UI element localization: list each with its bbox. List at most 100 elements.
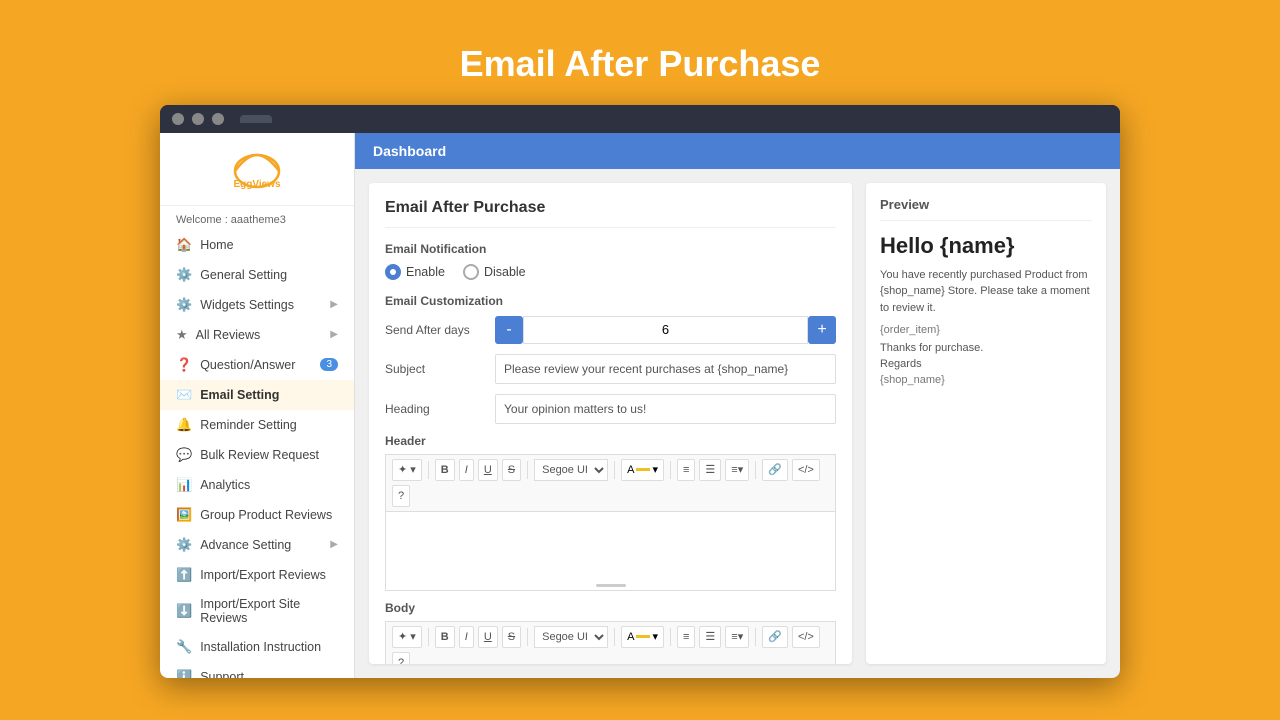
- ul-btn[interactable]: ≡: [677, 459, 695, 481]
- help-btn[interactable]: ?: [392, 485, 410, 507]
- ol-btn[interactable]: ☰: [699, 459, 721, 481]
- sidebar-item-label-5: Email Setting: [200, 388, 279, 402]
- body-ul-btn[interactable]: ≡: [677, 626, 695, 648]
- header-editor-area[interactable]: [385, 511, 836, 591]
- send-after-days-label: Send After days: [385, 323, 485, 337]
- form-panel: Email After Purchase Email Notification …: [369, 183, 852, 664]
- preview-order-item: {order_item}: [880, 324, 1092, 336]
- browser-dot-3: [212, 113, 224, 125]
- bold-btn[interactable]: B: [435, 459, 455, 481]
- sidebar-icon-8: 📊: [176, 477, 192, 493]
- body-highlight-btn[interactable]: A ▾: [621, 626, 664, 648]
- subject-label: Subject: [385, 362, 485, 376]
- preview-regards: Regards: [880, 358, 1092, 370]
- heading-label: Heading: [385, 402, 485, 416]
- sidebar-item-group-product-reviews[interactable]: 🖼️ Group Product Reviews: [160, 500, 354, 530]
- highlight-arrow: ▾: [652, 463, 658, 476]
- sidebar-item-label-9: Group Product Reviews: [200, 508, 332, 522]
- sidebar-icon-10: ⚙️: [176, 537, 192, 553]
- body-sep4: [670, 628, 671, 646]
- sidebar-item-all-reviews[interactable]: ★ All Reviews ▶: [160, 320, 354, 350]
- font-select[interactable]: Segoe UI: [534, 459, 608, 481]
- disable-radio[interactable]: Disable: [463, 264, 526, 280]
- sidebar-item-label-14: Support: [200, 670, 244, 678]
- subject-input[interactable]: [495, 354, 836, 384]
- sidebar-item-import-export-site-reviews[interactable]: ⬇️ Import/Export Site Reviews: [160, 590, 354, 632]
- eggviews-logo-icon: EggViews Get Your Eggviews: [212, 151, 302, 191]
- strikethrough-btn[interactable]: S: [502, 459, 521, 481]
- body-align-btn[interactable]: ≡▾: [725, 626, 749, 648]
- sidebar-icon-11: ⬆️: [176, 567, 192, 583]
- sidebar-item-advance-setting[interactable]: ⚙️ Advance Setting ▶: [160, 530, 354, 560]
- radio-check-inner: [390, 269, 396, 275]
- highlight-btn[interactable]: A ▾: [621, 459, 664, 481]
- body-ol-btn[interactable]: ☰: [699, 626, 721, 648]
- sidebar-item-label-3: All Reviews: [196, 328, 261, 342]
- sidebar-item-widgets-settings[interactable]: ⚙️ Widgets Settings ▶: [160, 290, 354, 320]
- send-after-days-row: Send After days - +: [385, 316, 836, 344]
- body-link-btn[interactable]: 🔗: [762, 626, 788, 648]
- preview-shop-name: {shop_name}: [880, 374, 1092, 386]
- browser-tab[interactable]: [240, 115, 272, 123]
- sidebar-icon-7: 💬: [176, 447, 192, 463]
- sidebar-item-installation-instruction[interactable]: 🔧 Installation Instruction: [160, 632, 354, 662]
- scroll-indicator: [596, 584, 626, 587]
- enable-radio-icon: [385, 264, 401, 280]
- sep4: [670, 461, 671, 479]
- sidebar-item-label-6: Reminder Setting: [200, 418, 297, 432]
- body-sep1: [428, 628, 429, 646]
- body-font-select[interactable]: Segoe UI: [534, 626, 608, 648]
- body-code-btn[interactable]: </>: [792, 626, 820, 648]
- sidebar-item-reminder-setting[interactable]: 🔔 Reminder Setting: [160, 410, 354, 440]
- body-strike-btn[interactable]: S: [502, 626, 521, 648]
- disable-radio-icon: [463, 264, 479, 280]
- sidebar-badge-4: 3: [320, 358, 338, 371]
- sidebar-item-analytics[interactable]: 📊 Analytics: [160, 470, 354, 500]
- days-input[interactable]: [523, 316, 808, 344]
- underline-btn[interactable]: U: [478, 459, 498, 481]
- sidebar-item-home[interactable]: 🏠 Home: [160, 230, 354, 260]
- header-editor-label: Header: [385, 434, 836, 448]
- code-btn[interactable]: </>: [792, 459, 820, 481]
- preview-title: Preview: [880, 197, 1092, 221]
- sidebar-item-bulk-review-request[interactable]: 💬 Bulk Review Request: [160, 440, 354, 470]
- sidebar-item-support[interactable]: ℹ️ Support: [160, 662, 354, 678]
- sep5: [755, 461, 756, 479]
- sidebar-item-label-4: Question/Answer: [200, 358, 295, 372]
- body-help-btn[interactable]: ?: [392, 652, 410, 664]
- sep2: [527, 461, 528, 479]
- decrement-button[interactable]: -: [495, 316, 523, 344]
- body-bold-btn[interactable]: B: [435, 626, 455, 648]
- format-btn[interactable]: ✦ ▾: [392, 459, 422, 481]
- sidebar-item-email-setting[interactable]: ✉️ Email Setting: [160, 380, 354, 410]
- sidebar-icon-5: ✉️: [176, 387, 192, 403]
- sep3: [614, 461, 615, 479]
- sidebar-arrow-10: ▶: [330, 539, 338, 550]
- body-format-btn[interactable]: ✦ ▾: [392, 626, 422, 648]
- body-editor-toolbar: ✦ ▾ B I U S Segoe UI: [385, 621, 836, 664]
- sidebar-arrow-3: ▶: [330, 329, 338, 340]
- sidebar: EggViews Get Your Eggviews Welcome : aaa…: [160, 133, 355, 678]
- body-highlight-arrow: ▾: [652, 630, 658, 643]
- body-highlight-a: A: [627, 631, 634, 643]
- align-btn[interactable]: ≡▾: [725, 459, 749, 481]
- heading-input[interactable]: [495, 394, 836, 424]
- sidebar-item-label-2: Widgets Settings: [200, 298, 294, 312]
- body-highlight-bar: [636, 635, 650, 638]
- increment-button[interactable]: +: [808, 316, 836, 344]
- sidebar-item-label-12: Import/Export Site Reviews: [200, 597, 338, 625]
- highlight-a: A: [627, 464, 634, 476]
- sidebar-item-label-11: Import/Export Reviews: [200, 568, 326, 582]
- sidebar-item-import-export-reviews[interactable]: ⬆️ Import/Export Reviews: [160, 560, 354, 590]
- sidebar-item-question-answer[interactable]: ❓ Question/Answer 3: [160, 350, 354, 380]
- body-italic-btn[interactable]: I: [459, 626, 474, 648]
- body-underline-btn[interactable]: U: [478, 626, 498, 648]
- sidebar-item-general-setting[interactable]: ⚙️ General Setting: [160, 260, 354, 290]
- email-notification-label: Email Notification: [385, 242, 836, 256]
- italic-btn[interactable]: I: [459, 459, 474, 481]
- enable-radio[interactable]: Enable: [385, 264, 445, 280]
- heading-row: Heading: [385, 394, 836, 424]
- link-btn[interactable]: 🔗: [762, 459, 788, 481]
- body-sep2: [527, 628, 528, 646]
- sidebar-item-label-0: Home: [200, 238, 233, 252]
